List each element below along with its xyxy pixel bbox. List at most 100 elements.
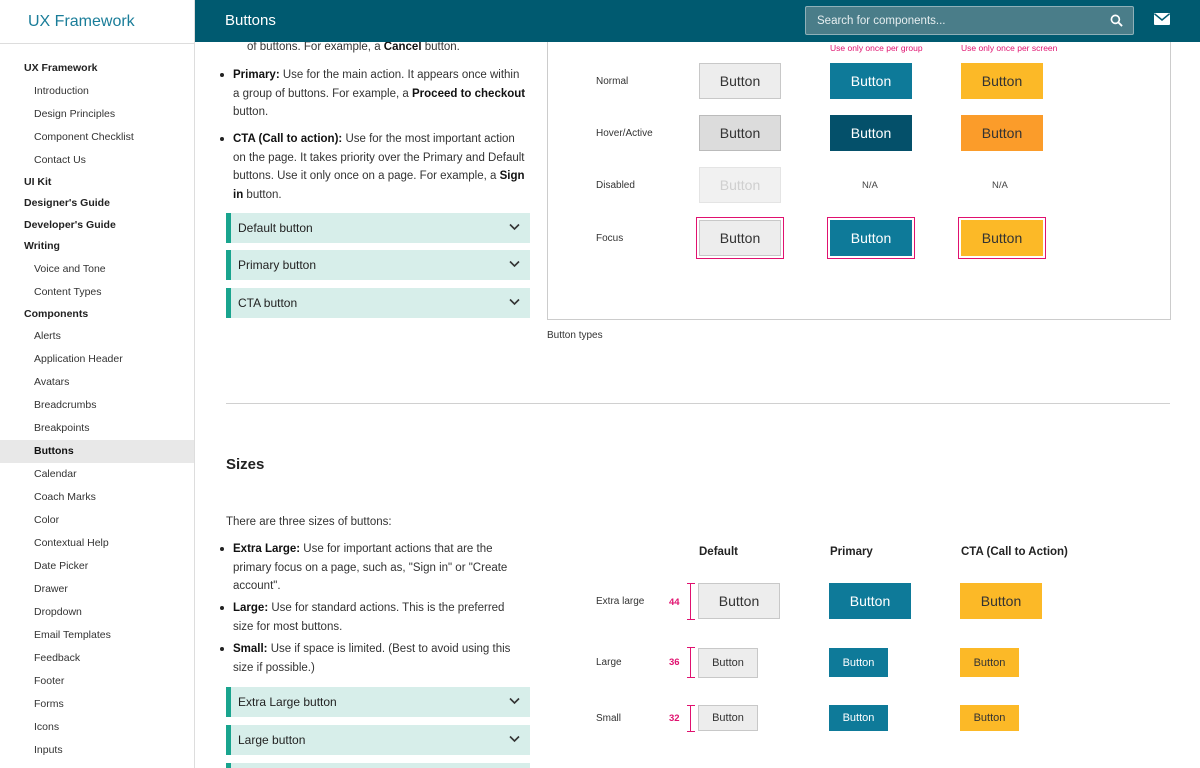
- sizes-heading: Sizes: [226, 456, 265, 473]
- accordion-default-button[interactable]: Default button: [226, 213, 530, 243]
- sizes-bullet-large: Large: Use for standard actions. This is…: [220, 599, 528, 636]
- sidebar: UX Framework UX Framework Introduction Des…: [0, 0, 195, 768]
- default-button-extra-large[interactable]: Button: [698, 583, 780, 619]
- size-small-px: 32: [669, 713, 680, 724]
- row-label-normal: Normal: [596, 76, 629, 87]
- sidebar-item-design-principles[interactable]: Design Principles: [0, 103, 194, 126]
- types-intro-tail: of buttons. For example, a Cancel button…: [247, 42, 460, 53]
- sidebar-item-component-checklist[interactable]: Component Checklist: [0, 126, 194, 149]
- size-small-marker: [687, 705, 695, 732]
- sidebar-item-avatars[interactable]: Avatars: [0, 371, 194, 394]
- sidebar-item-application-header[interactable]: Application Header: [0, 348, 194, 371]
- primary-button-small[interactable]: Button: [829, 705, 888, 731]
- accordion-label: Large button: [238, 733, 306, 747]
- accordion-cta-button[interactable]: CTA button: [226, 288, 530, 318]
- default-button-hover[interactable]: Button: [699, 115, 781, 151]
- chevron-down-icon: [509, 735, 520, 743]
- section-divider: [226, 403, 1170, 404]
- sidebar-item-voice-and-tone[interactable]: Voice and Tone: [0, 258, 194, 281]
- mail-icon[interactable]: [1154, 13, 1170, 25]
- types-bullet-cta: CTA (Call to action): Use for the most i…: [220, 130, 528, 204]
- accordion-label: Primary button: [238, 258, 317, 272]
- size-extra-large-marker: [687, 583, 695, 620]
- button-types-figure: Use only once per group Use only once pe…: [547, 42, 1171, 320]
- sidebar-item-breadcrumbs[interactable]: Breadcrumbs: [0, 394, 194, 417]
- primary-button-hover[interactable]: Button: [830, 115, 912, 151]
- accordion-label: Default button: [238, 221, 313, 235]
- size-extra-large-px: 44: [669, 597, 680, 608]
- search-icon[interactable]: [1110, 14, 1123, 27]
- sidebar-item-writing[interactable]: Writing: [0, 236, 194, 258]
- types-bullet-primary: Primary: Use for the main action. It app…: [220, 66, 528, 122]
- sidebar-item-breakpoints[interactable]: Breakpoints: [0, 417, 194, 440]
- primary-button-large[interactable]: Button: [829, 648, 888, 677]
- sidebar-item-ux-framework[interactable]: UX Framework: [0, 58, 194, 80]
- chevron-down-icon: [509, 298, 520, 306]
- primary-button-focus[interactable]: Button: [830, 220, 912, 256]
- row-label-small: Small: [596, 713, 622, 724]
- size-large-marker: [687, 647, 695, 678]
- sidebar-item-coach-marks[interactable]: Coach Marks: [0, 486, 194, 509]
- sizes-intro: There are three sizes of buttons:: [226, 516, 392, 528]
- primary-button-extra-large[interactable]: Button: [829, 583, 911, 619]
- sidebar-item-components[interactable]: Components: [0, 304, 194, 326]
- default-button-large[interactable]: Button: [698, 648, 758, 678]
- sidebar-item-icons[interactable]: Icons: [0, 716, 194, 739]
- search-input[interactable]: [817, 14, 1097, 27]
- row-label-focus: Focus: [596, 233, 624, 244]
- sidebar-item-inputs[interactable]: Inputs: [0, 739, 194, 762]
- default-button-disabled: Button: [699, 167, 781, 203]
- accordion-primary-button[interactable]: Primary button: [226, 250, 530, 280]
- sidebar-item-content-types[interactable]: Content Types: [0, 281, 194, 304]
- sizes-bullet-small: Small: Use if space is limited. (Best to…: [220, 640, 528, 677]
- sidebar-item-ui-kit[interactable]: UI Kit: [0, 172, 194, 194]
- sidebar-item-dropdown[interactable]: Dropdown: [0, 601, 194, 624]
- primary-button-normal[interactable]: Button: [830, 63, 912, 99]
- size-large-px: 36: [669, 657, 680, 668]
- default-button-focus[interactable]: Button: [699, 220, 781, 256]
- sizes-bullet-extra-large: Extra Large: Use for important actions t…: [220, 540, 528, 596]
- accordion-large-button[interactable]: Large button: [226, 725, 530, 755]
- cta-button-normal[interactable]: Button: [961, 63, 1043, 99]
- sidebar-item-layout[interactable]: Layout: [0, 762, 194, 768]
- sidebar-item-designer-s-guide[interactable]: Designer's Guide: [0, 193, 194, 215]
- sidebar-item-email-templates[interactable]: Email Templates: [0, 624, 194, 647]
- default-button-small[interactable]: Button: [698, 705, 758, 731]
- sidebar-item-drawer[interactable]: Drawer: [0, 578, 194, 601]
- figure-caption: Button types: [547, 330, 603, 341]
- sidebar-item-buttons[interactable]: Buttons: [0, 440, 194, 463]
- cta-button-large[interactable]: Button: [960, 648, 1019, 677]
- row-label-hover: Hover/Active: [596, 128, 653, 139]
- sidebar-nav: UX Framework Introduction Design Principle…: [0, 44, 194, 768]
- accordion-label: CTA button: [238, 296, 298, 310]
- sidebar-item-date-picker[interactable]: Date Picker: [0, 555, 194, 578]
- default-button-normal[interactable]: Button: [699, 63, 781, 99]
- sidebar-item-contact-us[interactable]: Contact Us: [0, 149, 194, 172]
- column-primary: Primary: [830, 546, 873, 558]
- sidebar-item-alerts[interactable]: Alerts: [0, 325, 194, 348]
- accordion-small-button[interactable]: [226, 763, 530, 768]
- cta-button-extra-large[interactable]: Button: [960, 583, 1042, 619]
- sidebar-item-developer-s-guide[interactable]: Developer's Guide: [0, 215, 194, 237]
- note-primary: Use only once per group: [830, 43, 923, 53]
- sidebar-item-forms[interactable]: Forms: [0, 693, 194, 716]
- sidebar-item-introduction[interactable]: Introduction: [0, 80, 194, 103]
- sidebar-item-contextual-help[interactable]: Contextual Help: [0, 532, 194, 555]
- row-label-extra-large: Extra large: [596, 596, 645, 607]
- sidebar-item-color[interactable]: Color: [0, 509, 194, 532]
- cta-button-small[interactable]: Button: [960, 705, 1019, 731]
- chevron-down-icon: [509, 697, 520, 705]
- page-title: Buttons: [225, 12, 276, 29]
- column-default: Default: [699, 546, 738, 558]
- sidebar-item-feedback[interactable]: Feedback: [0, 647, 194, 670]
- note-cta: Use only once per screen: [961, 43, 1058, 53]
- sidebar-item-calendar[interactable]: Calendar: [0, 463, 194, 486]
- brand-logo[interactable]: UX Framework: [0, 0, 194, 44]
- sidebar-item-footer[interactable]: Footer: [0, 670, 194, 693]
- cta-button-focus[interactable]: Button: [961, 220, 1043, 256]
- chevron-down-icon: [509, 223, 520, 231]
- accordion-label: Extra Large button: [238, 695, 337, 709]
- cta-button-hover[interactable]: Button: [961, 115, 1043, 151]
- accordion-extra-large-button[interactable]: Extra Large button: [226, 687, 530, 717]
- search-box[interactable]: [805, 6, 1134, 35]
